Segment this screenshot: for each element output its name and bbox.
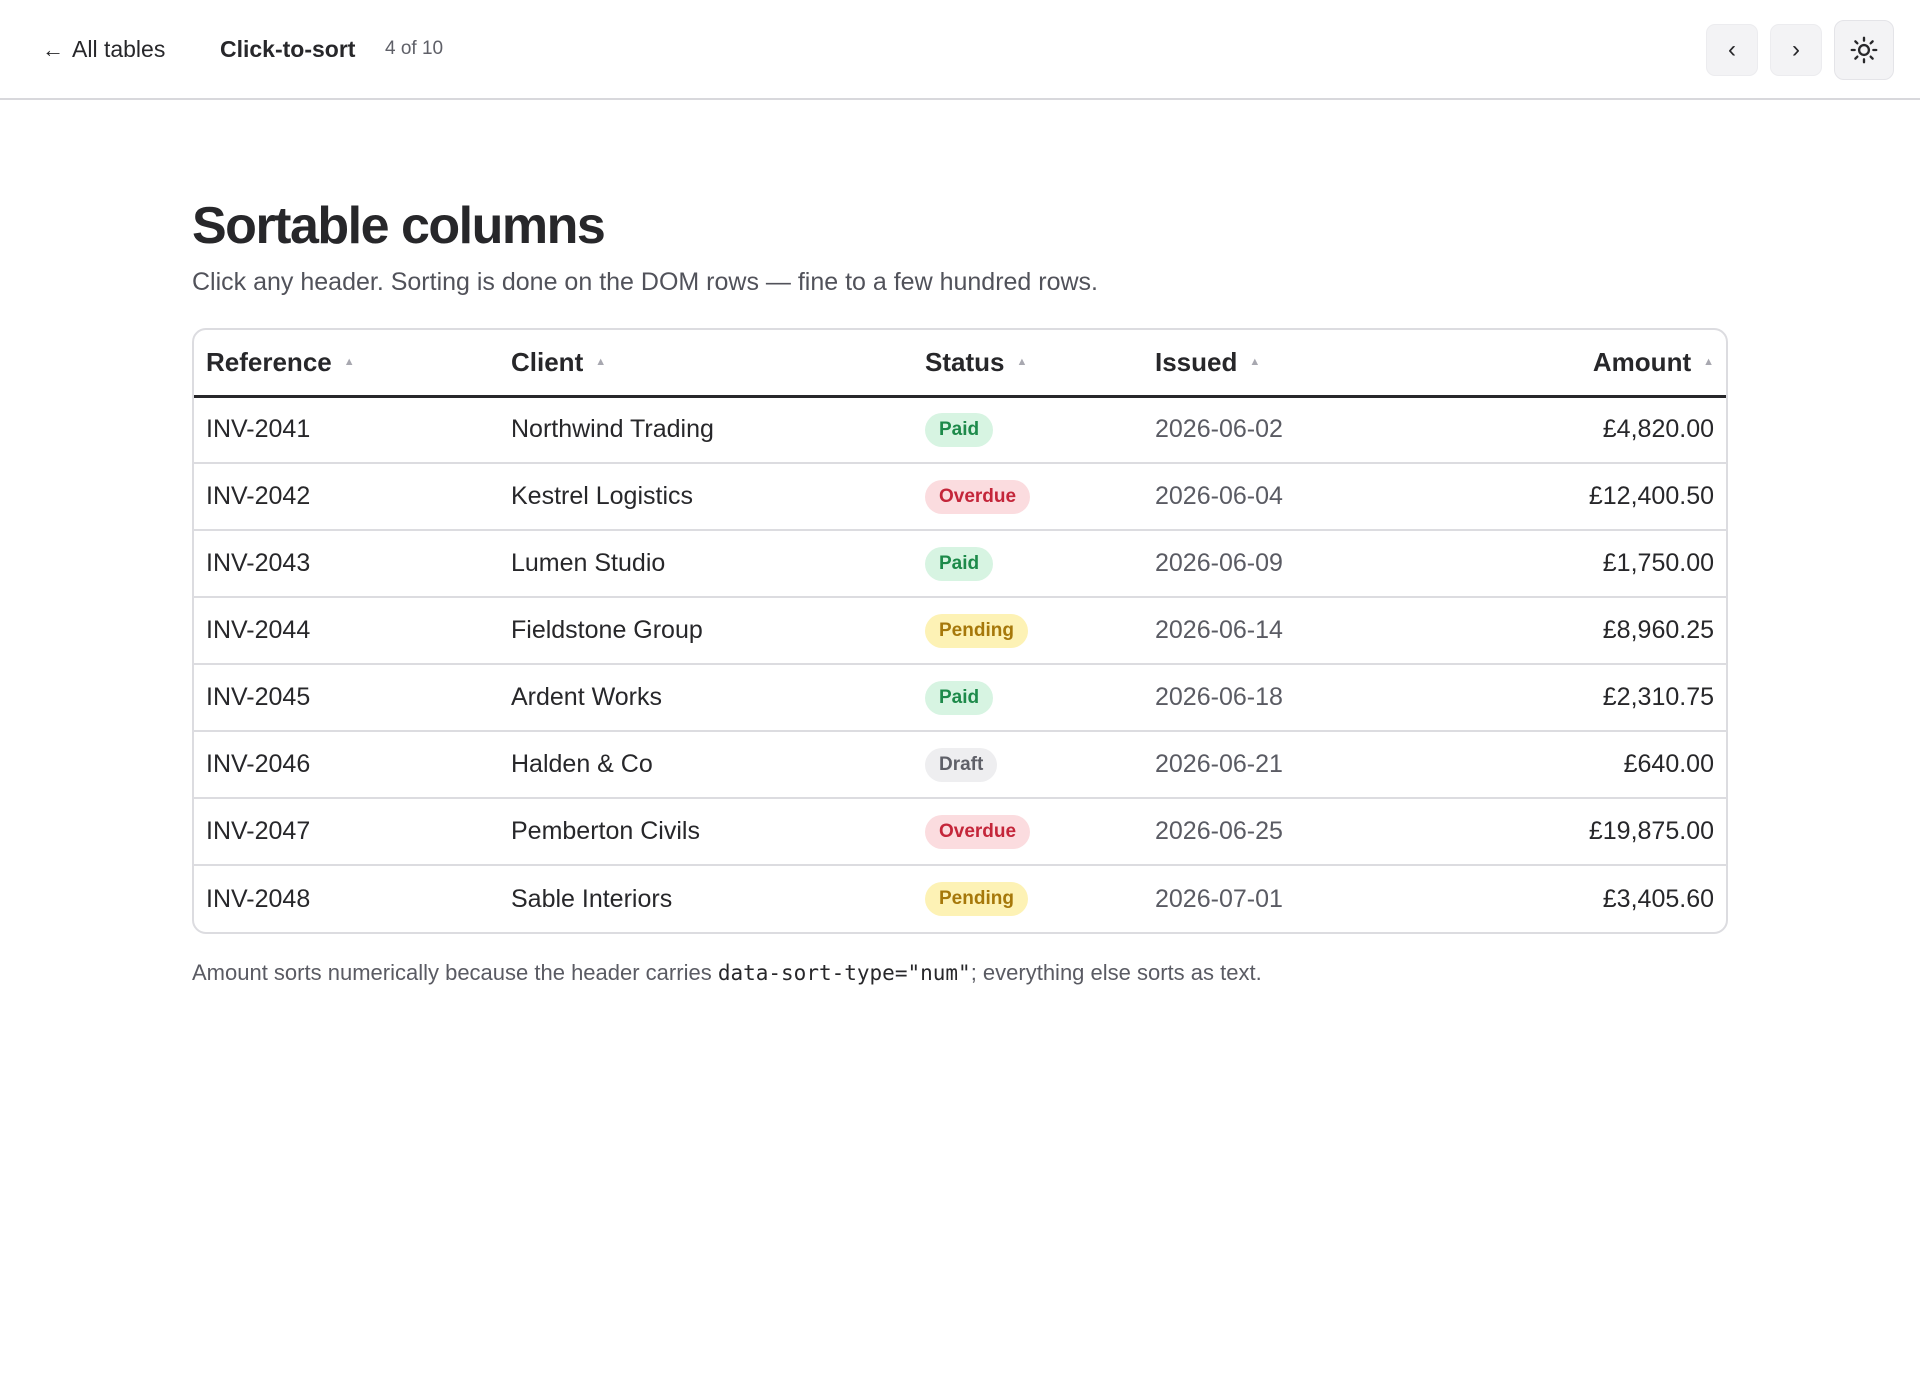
column-header-reference[interactable]: Reference ▲ (194, 330, 499, 398)
footnote-text: Amount sorts numerically because the hea… (192, 960, 718, 985)
theme-toggle-button[interactable] (1834, 20, 1894, 80)
status-badge: Paid (925, 546, 994, 581)
table-row: INV-2041 Northwind Trading Paid 2026-06-02 £… (194, 396, 1726, 463)
column-header-label: Reference (206, 346, 332, 377)
cell-amount: £12,400.50 (1443, 462, 1726, 530)
cell-status: Pending (913, 864, 1143, 932)
cell-reference: INV-2048 (194, 864, 499, 932)
page-subtitle: Click any header. Sorting is done on the… (192, 268, 1099, 296)
cell-amount: £3,405.60 (1443, 864, 1726, 932)
status-badge: Paid (925, 412, 994, 447)
table-row: INV-2046 Halden & Co Draft 2026-06-21 £640.0… (194, 730, 1726, 798)
cell-issued: 2026-06-04 (1143, 462, 1443, 530)
sort-arrow-icon: ▲ (1703, 355, 1714, 368)
cell-reference: INV-2041 (206, 415, 311, 444)
table-row: INV-2047 Pemberton Civils Overdue 2026-06-2… (194, 797, 1726, 865)
column-header-label: Issued (1155, 346, 1238, 377)
back-link-label: All tables (72, 36, 166, 62)
status-badge: Pending (925, 882, 1028, 916)
cell-status: Pending (913, 596, 1143, 664)
cell-client: Kestrel Logistics (499, 462, 913, 530)
cell-client: Lumen Studio (499, 529, 913, 597)
previous-button[interactable]: ‹ (1706, 24, 1758, 76)
cell-issued: 2026-06-02 (1155, 415, 1283, 444)
column-header-label: Amount (1592, 346, 1692, 377)
cell-status: Paid (913, 396, 1143, 463)
cell-issued: 2026-06-14 (1143, 596, 1443, 664)
cell-status: Overdue (913, 797, 1143, 865)
cell-amount: £4,820.00 (1602, 415, 1714, 444)
next-button[interactable]: › (1770, 24, 1822, 76)
footnote-code: data-sort-type="num" (717, 961, 971, 985)
cell-client: Northwind Trading (511, 415, 714, 444)
cell-status: Draft (913, 730, 1143, 798)
cell-status: Paid (913, 529, 1143, 597)
cell-issued: 2026-06-18 (1143, 663, 1443, 731)
table-row: INV-2042 Kestrel Logistics Overdue 2026-06-… (194, 462, 1726, 530)
table-footnote: Amount sorts numerically because the hea… (192, 960, 1262, 986)
cell-amount: £640.00 (1443, 730, 1726, 798)
cell-reference: INV-2043 (194, 529, 499, 597)
cell-reference: INV-2042 (194, 462, 499, 530)
page-position-counter: 4 of 10 (385, 38, 444, 59)
cell-reference: INV-2047 (194, 797, 499, 865)
sort-arrow-icon: ▲ (1249, 355, 1261, 368)
status-badge: Draft (925, 747, 998, 782)
arrow-left-icon: ← (42, 36, 64, 62)
status-badge: Paid (925, 680, 994, 715)
cell-client: Halden & Co (499, 730, 913, 798)
cell-reference: INV-2046 (194, 730, 499, 798)
cell-client: Fieldstone Group (499, 596, 913, 664)
column-header-status[interactable]: Status ▲ (913, 330, 1143, 398)
column-header-label: Status (925, 346, 1005, 377)
cell-issued: 2026-06-25 (1143, 797, 1443, 865)
chevron-left-icon: ‹ (1728, 36, 1736, 63)
column-header-client[interactable]: Client ▲ (499, 330, 913, 398)
sun-icon (1850, 36, 1878, 64)
table-body: INV-2041 Northwind Trading Paid 2026-06-02 £… (194, 396, 1726, 932)
cell-status: Paid (913, 663, 1143, 731)
cell-issued: 2026-07-01 (1143, 864, 1443, 932)
invoices-table: Reference ▲ Client ▲ Status ▲ Issued ▲ Amoun… (194, 330, 1726, 932)
cell-amount: £2,310.75 (1443, 663, 1726, 731)
column-header-label: Client (511, 346, 584, 377)
table-row: INV-2044 Fieldstone Group Pending 2026-06-1… (194, 596, 1726, 664)
status-badge: Pending (925, 613, 1028, 648)
status-badge: Overdue (925, 479, 1031, 514)
sort-arrow-icon: ▲ (343, 355, 355, 368)
page-title: Sortable columns (192, 197, 606, 255)
footnote-text-end: ; everything else sorts as text. (970, 960, 1262, 985)
status-badge: Overdue (925, 814, 1031, 849)
table-row: INV-2043 Lumen Studio Paid 2026-06-09 £1,750… (194, 529, 1726, 597)
sortable-table-container: Reference ▲ Client ▲ Status ▲ Issued ▲ Amoun… (192, 328, 1728, 934)
chevron-right-icon: › (1792, 36, 1800, 63)
table-row: INV-2045 Ardent Works Paid 2026-06-18 £2,310… (194, 663, 1726, 731)
cell-status: Overdue (913, 462, 1143, 530)
cell-amount: £1,750.00 (1443, 529, 1726, 597)
sort-arrow-icon: ▲ (595, 355, 607, 368)
cell-reference: INV-2044 (194, 596, 499, 664)
sort-arrow-icon: ▲ (1016, 355, 1028, 368)
cell-reference: INV-2045 (194, 663, 499, 731)
cell-client: Ardent Works (499, 663, 913, 731)
page-breadcrumb-title: Click-to-sort (220, 36, 356, 62)
cell-issued: 2026-06-09 (1143, 529, 1443, 597)
cell-issued: 2026-06-21 (1143, 730, 1443, 798)
back-to-all-tables-link[interactable]: ← All tables (42, 36, 165, 63)
table-header-row: Reference ▲ Client ▲ Status ▲ Issued ▲ Amoun… (194, 330, 1726, 398)
column-header-issued[interactable]: Issued ▲ (1143, 330, 1443, 398)
cell-amount: £19,875.00 (1443, 797, 1726, 865)
cell-client: Sable Interiors (499, 864, 913, 932)
cell-client: Pemberton Civils (499, 797, 913, 865)
top-bar: ← All tables Click-to-sort 4 of 10 ‹ › (0, 0, 1920, 100)
column-header-amount[interactable]: Amount ▲ (1443, 330, 1726, 398)
cell-amount: £8,960.25 (1443, 596, 1726, 664)
table-row: INV-2048 Sable Interiors Pending 2026-07-01… (194, 864, 1726, 932)
